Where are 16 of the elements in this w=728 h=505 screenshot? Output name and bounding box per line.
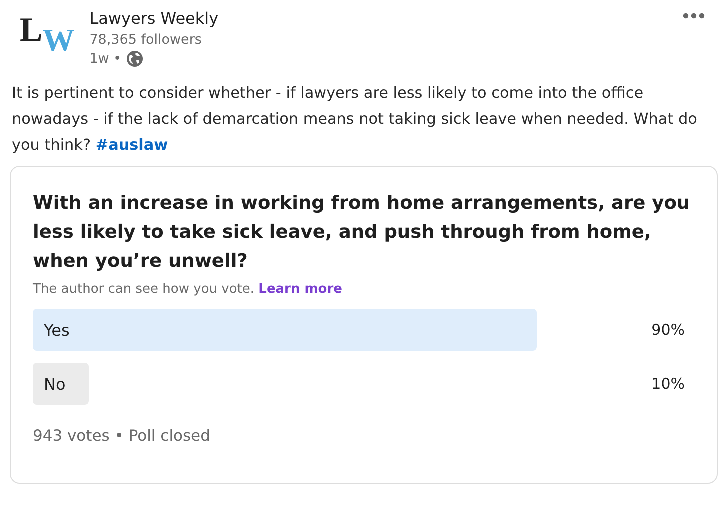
poll-question: With an increase in working from home arrangements, are you less likely to take sick leave, and push through from home, when you’re unwell? xyxy=(33,192,692,274)
post-age: 1w • xyxy=(90,51,122,67)
poll-option-track[interactable]: No xyxy=(33,363,593,405)
learn-more-link[interactable]: Learn more xyxy=(258,282,342,297)
follower-count: 78,365 followers xyxy=(90,31,203,50)
author-name[interactable]: Lawyers Weekly xyxy=(90,8,219,30)
company-logo[interactable]: LW xyxy=(20,14,75,60)
more-options-icon[interactable] xyxy=(682,12,706,20)
poll-option-bar: No xyxy=(33,363,89,405)
poll-notice: The author can see how you vote. Learn more xyxy=(33,282,344,297)
poll-percentage: 90% xyxy=(652,321,685,339)
globe-icon xyxy=(126,50,144,68)
poll-footer: 943 votes • Poll closed xyxy=(33,427,695,445)
post-text: It is pertinent to consider whether - if lawyers are less likely to come into the office nowadays - if the lack of demarcation means not taking sick leave when needed. What do you think? #auslaw xyxy=(12,83,698,156)
poll-percentage: 10% xyxy=(652,375,685,393)
hashtag-link[interactable]: #auslaw xyxy=(96,136,168,154)
